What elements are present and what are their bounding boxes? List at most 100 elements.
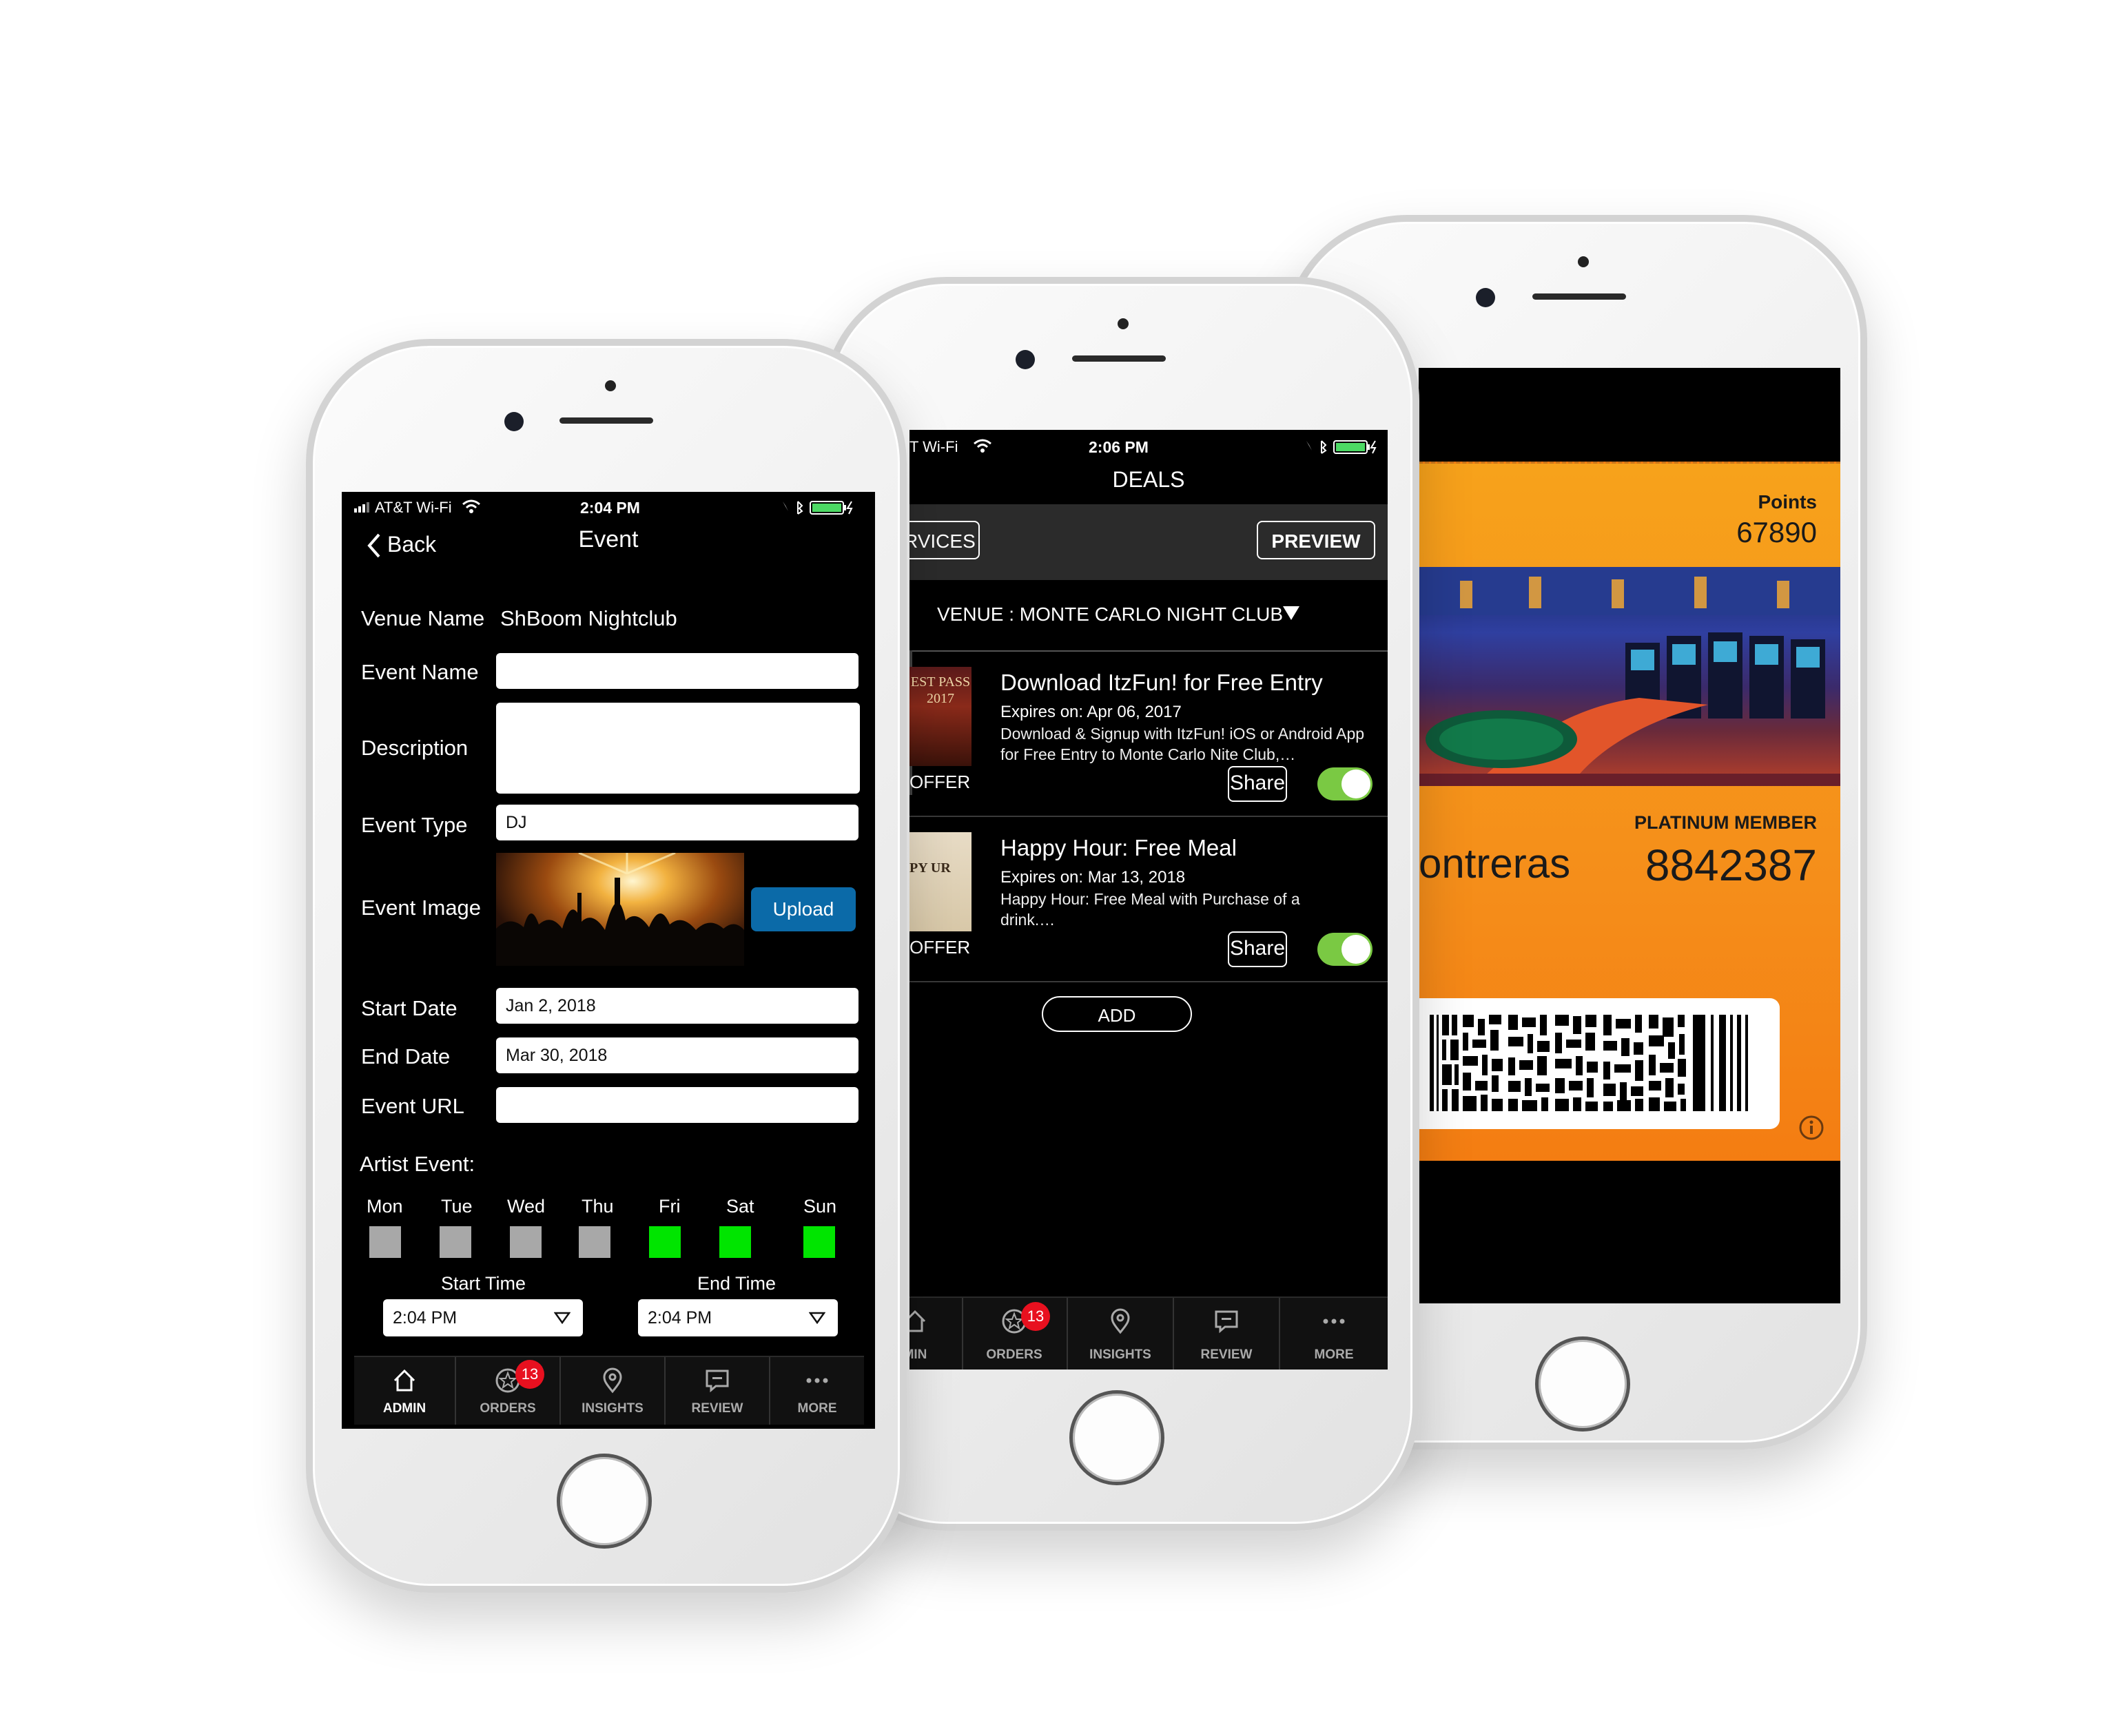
event-type-input[interactable]: DJ — [496, 805, 858, 840]
chevron-down-icon — [554, 1312, 570, 1324]
day-label-wed: Wed — [507, 1196, 546, 1217]
end-time-value: 2:04 PM — [648, 1308, 712, 1327]
front-camera — [1016, 350, 1035, 369]
end-time-label: End Time — [697, 1273, 777, 1294]
tab-more[interactable]: MORE — [770, 1357, 864, 1425]
status-time: 2:04 PM — [580, 499, 640, 517]
day-label-thu: Thu — [582, 1196, 614, 1217]
day-checkbox-thu[interactable] — [579, 1226, 610, 1258]
tab-bar: ADMIN 13 ORDERS INSIGHTS REVIEW MORE — [354, 1356, 864, 1425]
tab-insights[interactable]: INSIGHTS — [561, 1357, 666, 1425]
deal-toggle[interactable] — [1317, 767, 1372, 800]
deal-thumbnail: EST PASS 2017 — [909, 667, 971, 766]
day-checkbox-tue[interactable] — [440, 1226, 471, 1258]
signal-icon — [354, 502, 369, 513]
phone-event: AT&T Wi-Fi 2:04 PM Back Event Venue Name… — [306, 339, 907, 1593]
location-pin-icon — [603, 1367, 622, 1394]
tab-admin[interactable]: ADMIN — [354, 1357, 456, 1425]
proximity-sensor — [1118, 318, 1129, 329]
deal-expires: Expires on: Mar 13, 2018 — [1000, 868, 1186, 887]
start-time-select[interactable]: 2:04 PM — [383, 1299, 583, 1336]
day-label-mon: Mon — [367, 1196, 403, 1217]
event-type-value: DJ — [506, 813, 527, 832]
start-date-value: Jan 2, 2018 — [506, 996, 596, 1015]
home-icon — [393, 1369, 415, 1392]
home-icon — [909, 1310, 926, 1332]
status-time: 2:06 PM — [1089, 438, 1149, 456]
end-date-input[interactable]: Mar 30, 2018 — [496, 1037, 858, 1073]
pass-card: Points 67890 PLATINUM MEMBER ontreras 88… — [1419, 462, 1840, 1161]
tab-orders[interactable]: 13 ORDERS — [456, 1357, 561, 1425]
day-checkbox-sat[interactable] — [719, 1226, 751, 1258]
add-button[interactable]: ADD — [1042, 996, 1192, 1032]
day-label-sun: Sun — [803, 1196, 837, 1217]
tab-review[interactable]: REVIEW — [1174, 1298, 1280, 1370]
event-name-label: Event Name — [361, 660, 479, 684]
deal-item[interactable]: PY UR Happy Hour: Free Meal Expires on: … — [909, 817, 1388, 982]
wifi-icon — [462, 499, 480, 513]
home-button[interactable] — [1535, 1336, 1630, 1432]
more-dots-icon — [1323, 1319, 1345, 1324]
deal-description: Happy Hour: Free Meal with Purchase of a… — [1000, 890, 1300, 929]
points-label: Points — [1758, 491, 1817, 513]
end-date-label: End Date — [361, 1044, 451, 1068]
barcode-panel — [1419, 998, 1780, 1129]
info-icon[interactable] — [1798, 1114, 1825, 1141]
tab-more[interactable]: MORE — [1280, 1298, 1388, 1370]
proximity-sensor — [605, 380, 616, 391]
tab-admin[interactable]: MIN — [909, 1298, 963, 1370]
upload-button[interactable]: Upload — [751, 887, 856, 931]
event-name-input[interactable] — [496, 653, 858, 689]
status-carrier: T Wi-Fi — [909, 438, 958, 455]
earpiece-speaker — [559, 417, 653, 424]
front-camera — [1476, 288, 1495, 307]
end-time-select[interactable]: 2:04 PM — [638, 1299, 838, 1336]
share-button[interactable]: Share — [1228, 766, 1287, 802]
start-time-label: Start Time — [441, 1273, 526, 1294]
venue-name-value: ShBoom Nightclub — [500, 606, 677, 630]
deal-thumbnail-text: PY UR — [909, 860, 951, 876]
day-checkbox-wed[interactable] — [510, 1226, 542, 1258]
member-number: 8842387 — [1645, 840, 1817, 890]
deal-thumbnail-text: EST PASS 2017 — [910, 674, 971, 706]
description-input[interactable] — [496, 703, 860, 794]
orders-badge: 13 — [515, 1360, 544, 1389]
day-checkbox-sun[interactable] — [803, 1226, 835, 1258]
venue-name-label: Venue Name — [361, 606, 485, 630]
event-image — [496, 853, 744, 966]
start-date-label: Start Date — [361, 996, 457, 1020]
venue-selector-label: VENUE : MONTE CARLO NIGHT CLUB — [937, 603, 1284, 625]
pdf417-barcode — [1430, 1015, 1748, 1111]
proximity-sensor — [1578, 256, 1589, 267]
orders-badge: 13 — [1021, 1302, 1050, 1331]
chevron-down-icon — [1283, 606, 1299, 620]
description-label: Description — [361, 736, 469, 760]
deal-description: Download & Signup with ItzFun! iOS or An… — [1000, 725, 1365, 763]
start-date-input[interactable]: Jan 2, 2018 — [496, 988, 858, 1024]
venue-selector[interactable]: VENUE : MONTE CARLO NIGHT CLUB — [909, 580, 1388, 652]
tab-insights[interactable]: INSIGHTS — [1068, 1298, 1174, 1370]
member-label: PLATINUM MEMBER — [1634, 812, 1817, 833]
deals-toolbar: RVICES PREVIEW — [909, 504, 1388, 580]
deal-title: Download ItzFun! for Free Entry — [1000, 670, 1323, 695]
deal-toggle[interactable] — [1317, 933, 1372, 966]
deal-title: Happy Hour: Free Meal — [1000, 835, 1237, 860]
share-button[interactable]: Share — [1228, 931, 1287, 967]
services-button[interactable]: RVICES — [909, 521, 980, 559]
event-type-label: Event Type — [361, 813, 468, 837]
earpiece-speaker — [1072, 355, 1166, 362]
tab-review[interactable]: REVIEW — [666, 1357, 770, 1425]
day-checkbox-mon[interactable] — [369, 1226, 401, 1258]
tab-bar: MIN 13 ORDERS INSIGHTS REVIEW MORE — [909, 1296, 1388, 1370]
day-checkbox-fri[interactable] — [649, 1226, 681, 1258]
deal-tag: OFFER — [909, 937, 971, 958]
preview-button[interactable]: PREVIEW — [1257, 521, 1375, 559]
home-button[interactable] — [1069, 1390, 1164, 1485]
phone-deals: T Wi-Fi 2:06 PM DEALS RVICES PREVIEW VEN… — [823, 277, 1419, 1531]
event-image-label: Event Image — [361, 896, 482, 920]
tab-orders[interactable]: 13 ORDERS — [962, 1298, 1068, 1370]
deal-item[interactable]: EST PASS 2017 Download ItzFun! for Free … — [909, 652, 1388, 817]
end-date-value: Mar 30, 2018 — [506, 1046, 608, 1065]
event-url-input[interactable] — [496, 1087, 858, 1123]
home-button[interactable] — [557, 1454, 652, 1549]
